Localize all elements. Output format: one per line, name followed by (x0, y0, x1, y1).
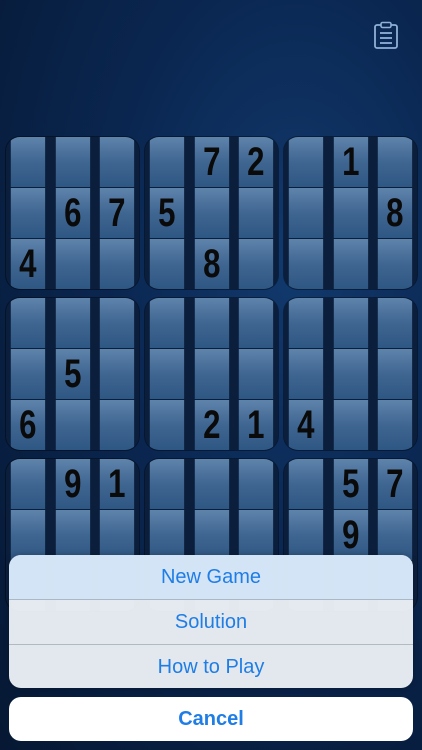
cell[interactable] (288, 137, 323, 187)
cell[interactable] (378, 137, 413, 187)
cell[interactable] (288, 298, 323, 348)
cell[interactable] (55, 137, 90, 187)
cell[interactable] (10, 349, 45, 399)
cell[interactable] (194, 188, 229, 238)
cell[interactable]: 6 (10, 400, 45, 450)
cell[interactable] (149, 239, 184, 289)
cell[interactable]: 8 (378, 188, 413, 238)
cell[interactable] (55, 239, 90, 289)
cell[interactable] (288, 239, 323, 289)
cell[interactable]: 4 (288, 400, 323, 450)
action-sheet: New Game Solution How to Play (9, 555, 413, 688)
cell[interactable] (149, 510, 184, 560)
cell[interactable] (378, 298, 413, 348)
cell[interactable] (100, 510, 135, 560)
cell[interactable]: 9 (333, 510, 368, 560)
cell[interactable]: 8 (194, 239, 229, 289)
cell[interactable] (10, 459, 45, 509)
cell[interactable]: 6 (55, 188, 90, 238)
cell[interactable] (100, 239, 135, 289)
cell[interactable]: 2 (194, 400, 229, 450)
cell[interactable] (149, 400, 184, 450)
box-6: 4 (284, 298, 417, 450)
cell[interactable] (149, 459, 184, 509)
cell[interactable] (288, 459, 323, 509)
cancel-button[interactable]: Cancel (9, 697, 413, 741)
cell[interactable] (100, 137, 135, 187)
cell[interactable] (378, 510, 413, 560)
cell[interactable] (100, 298, 135, 348)
cell[interactable] (10, 510, 45, 560)
cell[interactable]: 1 (100, 459, 135, 509)
cell[interactable] (239, 188, 274, 238)
cell[interactable] (194, 459, 229, 509)
box-4: 5 6 (6, 298, 139, 450)
box-3: 1 8 (284, 137, 417, 289)
cell[interactable] (333, 298, 368, 348)
cell[interactable] (239, 459, 274, 509)
cell[interactable]: 7 (378, 459, 413, 509)
cell[interactable] (239, 298, 274, 348)
cell[interactable] (288, 510, 323, 560)
cell[interactable] (194, 298, 229, 348)
cell[interactable]: 5 (149, 188, 184, 238)
cell[interactable]: 1 (239, 400, 274, 450)
cell[interactable]: 5 (55, 349, 90, 399)
cell[interactable]: 7 (100, 188, 135, 238)
cell[interactable] (10, 137, 45, 187)
cell[interactable]: 5 (333, 459, 368, 509)
cell[interactable] (378, 349, 413, 399)
cell[interactable] (55, 400, 90, 450)
cell[interactable] (239, 510, 274, 560)
cell[interactable] (100, 400, 135, 450)
cell[interactable] (194, 349, 229, 399)
cell[interactable] (10, 188, 45, 238)
cell[interactable]: 7 (194, 137, 229, 187)
cell[interactable]: 2 (239, 137, 274, 187)
box-5: 2 1 (145, 298, 278, 450)
cell[interactable] (288, 349, 323, 399)
cell[interactable] (333, 349, 368, 399)
cell[interactable] (333, 239, 368, 289)
box-2: 7 2 5 8 (145, 137, 278, 289)
cell[interactable] (55, 298, 90, 348)
cell[interactable]: 4 (10, 239, 45, 289)
cell[interactable] (149, 137, 184, 187)
cell[interactable] (333, 188, 368, 238)
cell[interactable]: 9 (55, 459, 90, 509)
cell[interactable] (378, 239, 413, 289)
cell[interactable] (100, 349, 135, 399)
cell[interactable] (149, 298, 184, 348)
cell[interactable]: 1 (333, 137, 368, 187)
cell[interactable] (194, 510, 229, 560)
cell[interactable] (10, 298, 45, 348)
cell[interactable] (239, 239, 274, 289)
box-1: 6 7 4 (6, 137, 139, 289)
cell[interactable] (239, 349, 274, 399)
cell[interactable] (149, 349, 184, 399)
cell[interactable] (333, 400, 368, 450)
cell[interactable] (288, 188, 323, 238)
cell[interactable] (55, 510, 90, 560)
new-game-button[interactable]: New Game (9, 555, 413, 600)
solution-button[interactable]: Solution (9, 600, 413, 645)
clipboard-list-icon[interactable] (372, 20, 400, 50)
cell[interactable] (378, 400, 413, 450)
how-to-play-button[interactable]: How to Play (9, 645, 413, 688)
